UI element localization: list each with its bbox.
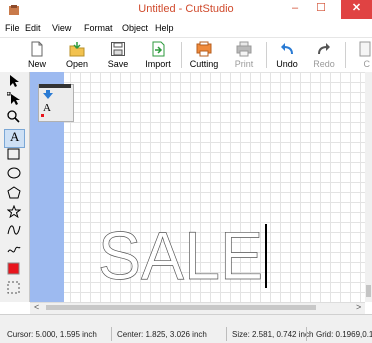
text-object-marker [41, 114, 44, 117]
text-caret [265, 224, 267, 288]
arrow-down-icon [43, 90, 53, 99]
toolbar-divider [181, 42, 182, 68]
toolbar: New Open Save Import Cutting Print Undo … [0, 37, 372, 73]
marquee-icon [7, 281, 20, 294]
title-bar: Untitled - CutStudio – ☐ ✕ [0, 0, 372, 21]
text-object-label: A [43, 102, 51, 114]
vertical-scrollbar[interactable] [365, 72, 372, 302]
status-divider [306, 327, 307, 341]
new-icon [31, 41, 43, 57]
cutting-icon [196, 41, 212, 57]
cutting-label: Cutting [189, 59, 219, 69]
sale-text-object[interactable]: SALE [97, 225, 267, 285]
redo-button[interactable]: Redo [309, 38, 339, 72]
menu-file[interactable]: File [5, 23, 20, 33]
menu-format[interactable]: Format [84, 23, 113, 33]
vertical-scroll-thumb[interactable] [366, 285, 371, 297]
text-object-widget[interactable]: A [38, 80, 74, 122]
status-size: Size: 2.581, 0.742 inch [232, 330, 314, 339]
menu-help[interactable]: Help [155, 23, 174, 33]
freehand-icon [7, 246, 20, 253]
cutting-button[interactable]: Cutting [186, 38, 222, 72]
zoom-tool[interactable] [4, 110, 23, 127]
status-cursor: Cursor: 5.000, 1.595 inch [7, 330, 97, 339]
polygon-tool[interactable] [4, 186, 23, 203]
status-divider [111, 327, 112, 341]
bezier-tool[interactable] [4, 224, 23, 241]
arrow-select-icon [9, 75, 19, 87]
node-select-icon [6, 91, 20, 105]
rectangle-tool[interactable] [4, 148, 23, 165]
open-icon [69, 42, 85, 57]
star-tool[interactable] [4, 204, 23, 222]
color-fill-icon [7, 262, 20, 275]
text-object-bar [39, 84, 71, 88]
save-label: Save [107, 59, 129, 69]
status-grid: Grid: 0.1969,0.19 [316, 330, 372, 339]
cut-label: C [363, 59, 371, 69]
sale-text-svg: SALE [98, 225, 264, 285]
menu-object[interactable]: Object [122, 23, 148, 33]
status-center: Center: 1.825, 3.026 inch [117, 330, 207, 339]
undo-label: Undo [276, 59, 298, 69]
text-tool[interactable]: A [4, 129, 25, 148]
print-button[interactable]: Print [229, 38, 259, 72]
scroll-left-icon[interactable]: < [34, 302, 39, 312]
status-bar: Cursor: 5.000, 1.595 inch Center: 1.825,… [0, 314, 372, 343]
menu-view[interactable]: View [52, 23, 71, 33]
save-icon [111, 42, 125, 56]
horizontal-scroll-thumb[interactable] [46, 305, 316, 310]
maximize-button[interactable]: ☐ [308, 0, 334, 19]
print-label: Print [234, 59, 254, 69]
star-icon [6, 204, 21, 219]
cut-button[interactable]: C [350, 38, 372, 72]
rectangle-icon [7, 148, 20, 160]
freehand-tool[interactable] [4, 243, 23, 260]
node-select-tool[interactable] [4, 91, 23, 109]
sale-text: SALE [98, 225, 263, 285]
select-tool[interactable] [4, 74, 23, 91]
minimize-button[interactable]: – [282, 0, 308, 19]
ellipse-tool[interactable] [4, 167, 23, 184]
menu-bar: File Edit View Format Object Help [0, 22, 372, 36]
fill-color-tool[interactable] [4, 262, 23, 279]
toolbar-divider [345, 42, 346, 68]
open-label: Open [65, 59, 89, 69]
bezier-icon [7, 225, 20, 235]
marquee-tool[interactable] [4, 281, 23, 298]
redo-label: Redo [313, 59, 335, 69]
undo-button[interactable]: Undo [272, 38, 302, 72]
import-icon [152, 41, 165, 57]
menu-edit[interactable]: Edit [25, 23, 41, 33]
ellipse-icon [7, 167, 20, 179]
open-button[interactable]: Open [60, 38, 94, 72]
text-icon: A [10, 129, 20, 144]
status-divider [226, 327, 227, 341]
zoom-icon [7, 110, 20, 123]
cut-icon [359, 41, 371, 57]
undo-icon [281, 43, 293, 55]
svg-text:A: A [10, 130, 20, 143]
pentagon-icon [6, 186, 21, 199]
scroll-right-icon[interactable]: > [356, 302, 361, 312]
new-button[interactable]: New [22, 38, 52, 72]
redo-icon [318, 43, 330, 55]
new-label: New [27, 59, 46, 69]
save-button[interactable]: Save [103, 38, 133, 72]
import-button[interactable]: Import [140, 38, 176, 72]
toolbar-divider [266, 42, 267, 68]
close-button[interactable]: ✕ [341, 0, 372, 19]
tool-palette: A [0, 72, 30, 302]
import-label: Import [145, 59, 171, 69]
print-icon [236, 41, 252, 57]
